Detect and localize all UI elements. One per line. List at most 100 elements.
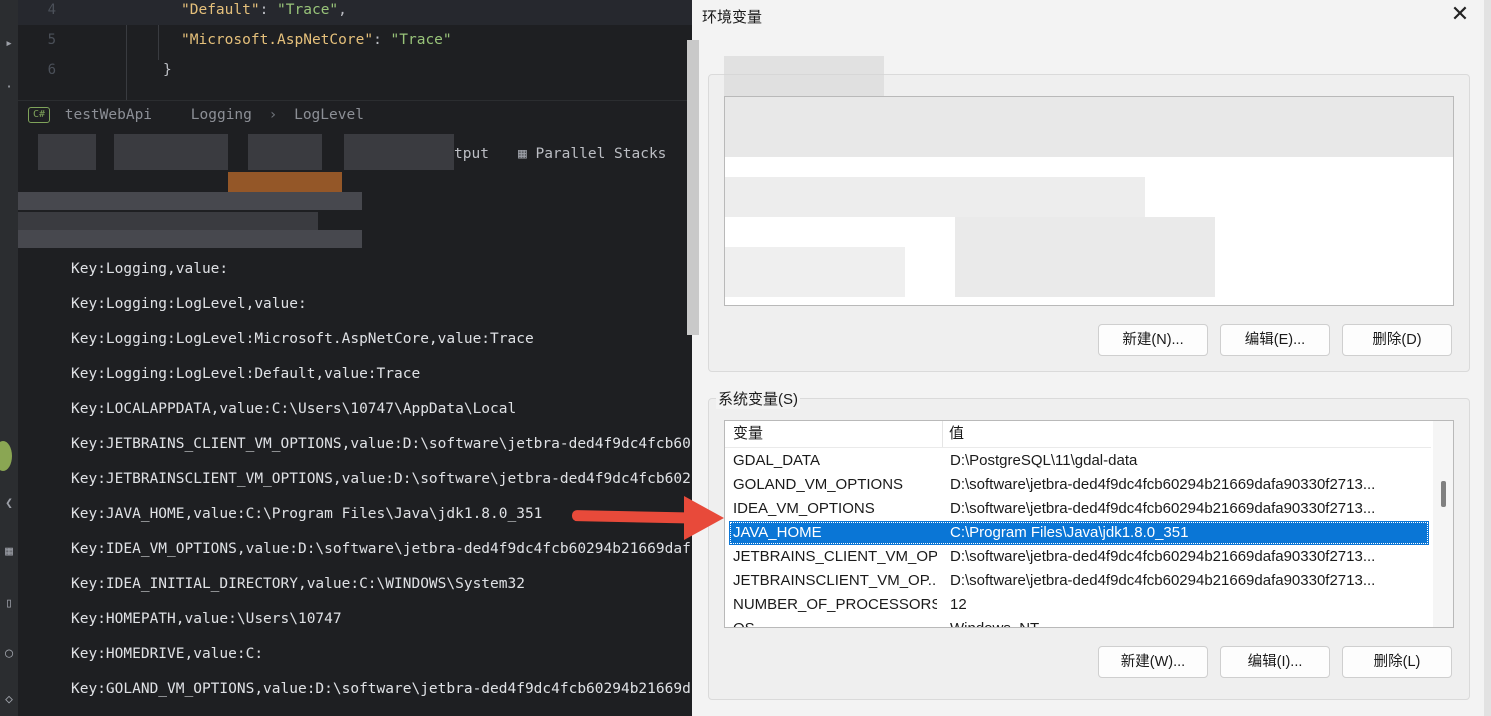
var-value: D:\software\jetbra-ded4f9dc4fcb60294b216… [950,500,1376,517]
table-row[interactable]: JETBRAINSCLIENT_VM_OP... D:\software\jet… [729,569,1429,593]
code-icon[interactable]: ❮ [0,496,18,511]
var-name: NUMBER_OF_PROCESSORS [733,596,937,613]
avatar[interactable] [0,441,12,471]
ide-left-toolbar: ▸ · ❮ ▦ ▯ ◯ ◇ [0,0,18,716]
pixelated-tab[interactable] [38,134,96,170]
console-line: Key:JETBRAINS_CLIENT_VM_OPTIONS,value:D:… [71,436,691,452]
var-name: JETBRAINS_CLIENT_VM_OP... [733,548,937,565]
breadcrumb-item-loglevel[interactable]: LogLevel [294,107,364,123]
var-value: Windows_NT [950,617,1430,627]
list-header: 变量 值 [725,421,1431,448]
column-divider[interactable] [942,421,943,447]
scrollbar-thumb[interactable] [1441,481,1446,507]
table-row[interactable]: GDAL_DATA D:\PostgreSQL\11\gdal-data [729,449,1429,473]
table-row[interactable]: OS Windows_NT [729,617,1430,627]
system-new-button[interactable]: 新建(W)... [1098,646,1208,678]
pixelated-label [724,56,884,96]
table-row[interactable]: JETBRAINS_CLIENT_VM_OP... D:\software\je… [729,545,1429,569]
json-comma: , [338,2,347,18]
git-icon[interactable]: ◇ [0,692,18,707]
console-line: Key:Logging:LogLevel:Default,value:Trace [71,366,421,382]
pixelated-highlight [228,172,342,192]
dialog-title: 环境变量 [702,9,763,26]
var-name: JETBRAINSCLIENT_VM_OP... [733,572,937,589]
var-name: IDEA_VM_OPTIONS [733,500,875,517]
json-key: "Default" [181,2,260,18]
pixelated-row [955,217,1215,297]
console-line: Key:LOCALAPPDATA,value:C:\Users\10747\Ap… [71,401,517,417]
var-value: D:\PostgreSQL\11\gdal-data [950,452,1138,469]
table-row[interactable]: GOLAND_VM_OPTIONS D:\software\jetbra-ded… [729,473,1429,497]
structure-icon[interactable]: ▸ [0,36,18,51]
system-edit-button[interactable]: 编辑(I)... [1220,646,1330,678]
pixelated-text [18,212,318,230]
pixelated-tab[interactable] [248,134,322,170]
json-key: "Microsoft.AspNetCore" [181,32,374,48]
console-line: Key:IDEA_INITIAL_DIRECTORY,value:C:\WIND… [71,576,525,592]
code-editor[interactable]: 4 "Default": "Trace", 5 "Microsoft.AspNe… [18,0,692,100]
console-line: Key:JETBRAINSCLIENT_VM_OPTIONS,value:D:\… [71,471,691,487]
tab-parallel-stacks[interactable]: ▦ Parallel Stacks [518,146,666,162]
var-name: OS [733,617,937,627]
console-line: Key:HOMEDRIVE,value:C: [71,646,264,662]
json-value: "Trace" [277,2,339,18]
terminal-icon[interactable]: ▯ [0,596,18,611]
column-header-value[interactable]: 值 [949,421,964,447]
user-new-button[interactable]: 新建(N)... [1098,324,1208,356]
json-value: "Trace" [390,32,452,48]
grid-icon[interactable]: ▦ [0,544,18,559]
line-number: 5 [47,32,56,48]
tab-parallel-stacks-label: Parallel Stacks [535,146,667,162]
var-value: D:\software\jetbra-ded4f9dc4fcb60294b216… [950,548,1376,565]
column-header-name[interactable]: 变量 [733,421,763,447]
close-icon[interactable]: ✕ [1450,2,1470,26]
system-delete-button[interactable]: 删除(L) [1342,646,1452,678]
table-row[interactable]: IDEA_VM_OPTIONS D:\software\jetbra-ded4f… [729,497,1429,521]
environment-variables-dialog: 环境变量 ✕ 新建(N)... 编辑(E)... 删除(D) 系统变量(S) 变… [687,0,1484,716]
var-value: D:\software\jetbra-ded4f9dc4fcb60294b216… [950,476,1376,493]
breadcrumb-project[interactable]: testWebApi [65,107,152,123]
code-line: 4 "Default": "Trace", [18,0,692,25]
var-name: JAVA_HOME [733,524,822,541]
parallel-stacks-icon: ▦ [518,146,527,162]
var-value: 12 [950,596,967,613]
table-row[interactable]: NUMBER_OF_PROCESSORS 12 [729,593,1429,617]
console-line: Key:JAVA_HOME,value:C:\Program Files\Jav… [71,506,543,522]
vertical-scrollbar[interactable] [1433,421,1453,627]
console-output[interactable]: Key:Logging,value: Key:Logging:LogLevel,… [18,252,692,716]
debug-toolwindow-tabs: tput ▦ Parallel Stacks [18,130,692,192]
var-value: D:\software\jetbra-ded4f9dc4fcb60294b216… [950,572,1376,589]
line-number: 6 [47,62,56,78]
code-line: 5 "Microsoft.AspNetCore": "Trace" [18,25,692,55]
pixelated-text [18,230,362,248]
more-icon[interactable]: · [0,80,18,95]
var-name: GDAL_DATA [733,452,820,469]
var-name: GOLAND_VM_OPTIONS [733,476,904,493]
pixelated-row [725,97,1453,157]
user-edit-button[interactable]: 编辑(E)... [1220,324,1330,356]
json-colon: : [373,32,391,48]
tab-output[interactable]: tput [454,146,489,162]
breadcrumb: C# testWebApi Logging › LogLevel [18,100,692,129]
pixelated-tab[interactable] [114,134,228,170]
console-line: Key:Logging,value: [71,261,229,277]
var-value: C:\Program Files\Java\jdk1.8.0_351 [950,524,1189,541]
pixelated-tab[interactable] [344,134,454,170]
table-row-selected[interactable]: JAVA_HOME C:\Program Files\Java\jdk1.8.0… [729,521,1429,545]
breadcrumb-item-logging[interactable]: Logging [191,107,252,123]
console-line: Key:HOMEPATH,value:\Users\10747 [71,611,342,627]
system-variables-list[interactable]: 变量 值 GDAL_DATA D:\PostgreSQL\11\gdal-dat… [724,420,1454,628]
problems-icon[interactable]: ◯ [0,646,18,661]
window-edge-scrollbar [1484,0,1491,716]
annotation-arrow-icon [684,496,724,540]
dialog-shadow-edge [687,40,699,335]
code-line: 6 } [18,55,692,85]
csharp-file-icon: C# [28,107,50,123]
user-delete-button[interactable]: 删除(D) [1342,324,1452,356]
breadcrumb-separator: › [268,107,278,123]
console-line: Key:GOLAND_VM_OPTIONS,value:D:\software\… [71,681,691,697]
user-variables-list[interactable] [724,96,1454,306]
pixelated-text [18,192,362,210]
console-line: Key:Logging:LogLevel,value: [71,296,307,312]
system-variables-label: 系统变量(S) [716,388,800,409]
